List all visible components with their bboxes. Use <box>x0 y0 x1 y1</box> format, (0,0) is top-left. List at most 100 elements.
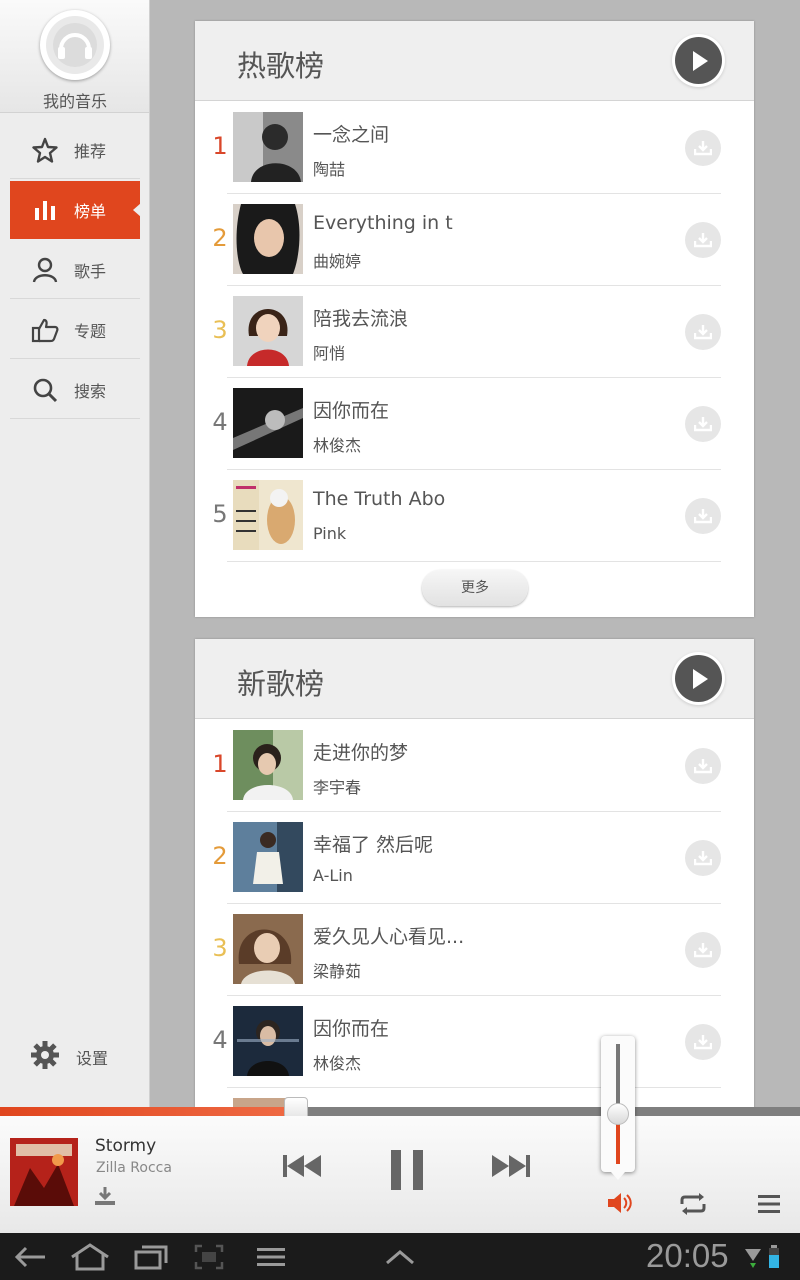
now-playing-cover[interactable] <box>10 1138 78 1206</box>
download-icon[interactable] <box>685 1024 721 1060</box>
rank: 1 <box>212 750 228 778</box>
list-item[interactable]: 4 因你而在 林俊杰 <box>212 996 721 1088</box>
download-icon[interactable] <box>685 314 721 350</box>
song-title: 因你而在 <box>313 1018 390 1040</box>
recent-apps-icon[interactable] <box>134 1244 168 1274</box>
sidebar-item-topics[interactable]: 专题 <box>10 301 140 359</box>
list-item[interactable]: 1 走进你的梦 李宇春 <box>212 720 721 812</box>
battery-icon <box>768 1245 780 1273</box>
sidebar-item-label: 搜索 <box>74 381 107 401</box>
gear-icon <box>30 1040 60 1074</box>
sidebar-item-label: 推荐 <box>74 141 107 161</box>
now-playing-title: Stormy <box>95 1136 157 1156</box>
playlist-icon[interactable] <box>757 1194 781 1214</box>
rank: 2 <box>212 842 228 870</box>
sidebar-item-label: 歌手 <box>74 261 107 281</box>
sidebar-item-label: 榜单 <box>74 202 107 221</box>
rank: 2 <box>212 224 228 252</box>
rank: 1 <box>212 132 228 160</box>
repeat-icon[interactable] <box>678 1192 708 1216</box>
card-title: 热歌榜 <box>237 49 325 83</box>
album-cover <box>233 204 303 274</box>
list-item[interactable]: 2 Everything in t 曲婉婷 <box>212 194 721 286</box>
chevron-up-icon[interactable] <box>385 1249 415 1269</box>
list-item[interactable]: 5 The Truth Abo Pink <box>212 470 721 562</box>
download-icon[interactable] <box>685 932 721 968</box>
star-icon <box>30 137 60 163</box>
search-icon <box>30 377 60 403</box>
status-clock: 20:05 <box>646 1237 729 1274</box>
settings-label: 设置 <box>76 1049 109 1068</box>
list-item[interactable]: 4 因你而在 林俊杰 <box>212 378 721 470</box>
rank: 4 <box>212 408 228 436</box>
album-cover <box>233 480 303 550</box>
song-title: The Truth Abo <box>313 488 446 510</box>
settings-button[interactable]: 设置 <box>30 1040 108 1074</box>
avatar[interactable] <box>40 10 110 80</box>
play-all-button[interactable] <box>675 37 722 84</box>
wifi-icon <box>744 1245 762 1273</box>
artist-name: 阿悄 <box>313 344 346 363</box>
album-cover <box>233 730 303 800</box>
download-icon[interactable] <box>685 222 721 258</box>
artist-name: 林俊杰 <box>313 436 362 455</box>
card-header: 新歌榜 <box>195 639 754 719</box>
artist-name: Pink <box>313 524 347 543</box>
sidebar: 我的音乐 推荐 榜单 歌手 专题 搜索 设置 <box>0 0 150 1108</box>
list-item[interactable]: 1 一念之间 陶喆 <box>212 102 721 194</box>
sidebar-item-search[interactable]: 搜索 <box>10 361 140 419</box>
download-icon[interactable] <box>685 748 721 784</box>
player-bar: Stormy Zilla Rocca <box>0 1116 800 1233</box>
volume-slider-popup[interactable] <box>601 1036 635 1180</box>
album-cover <box>233 1006 303 1076</box>
album-cover <box>233 914 303 984</box>
menu-icon[interactable] <box>256 1247 286 1271</box>
pause-icon[interactable] <box>389 1149 425 1191</box>
sidebar-item-recommend[interactable]: 推荐 <box>10 121 140 179</box>
card-title: 新歌榜 <box>237 667 325 701</box>
sidebar-item-charts[interactable]: 榜单 <box>10 181 141 239</box>
progress-bar[interactable] <box>0 1107 800 1116</box>
new-chart-card: 新歌榜 1 走进你的梦 李宇春 2 幸福了 然后呢 A-Lin 3 爱久见人心看… <box>195 639 754 1109</box>
album-cover <box>233 112 303 182</box>
previous-icon[interactable] <box>282 1154 322 1178</box>
volume-icon[interactable] <box>606 1192 632 1214</box>
hot-chart-card: 热歌榜 1 一念之间 陶喆 2 Everything in t 曲婉婷 3 陪我… <box>195 21 754 617</box>
chart-bars-icon <box>30 198 60 222</box>
play-all-button[interactable] <box>675 655 722 702</box>
download-icon[interactable] <box>94 1186 116 1210</box>
sidebar-item-label: 专题 <box>74 321 107 341</box>
system-navigation-bar: 20:05 <box>0 1233 800 1280</box>
song-title: 陪我去流浪 <box>313 308 409 330</box>
song-title: 幸福了 然后呢 <box>313 834 434 856</box>
album-cover <box>233 388 303 458</box>
home-icon[interactable] <box>70 1243 110 1275</box>
sidebar-item-singers[interactable]: 歌手 <box>10 241 140 299</box>
album-cover <box>233 822 303 892</box>
progress-fill <box>0 1107 296 1116</box>
more-button[interactable]: 更多 <box>422 570 528 606</box>
download-icon[interactable] <box>685 840 721 876</box>
now-playing-artist: Zilla Rocca <box>96 1160 172 1176</box>
back-icon[interactable] <box>14 1245 46 1273</box>
next-icon[interactable] <box>491 1154 531 1178</box>
list-item[interactable]: 3 爱久见人心看见... 梁静茹 <box>212 904 721 996</box>
download-icon[interactable] <box>685 406 721 442</box>
download-icon[interactable] <box>685 130 721 166</box>
artist-name: A-Lin <box>313 866 353 885</box>
screenshot-icon[interactable] <box>194 1244 224 1274</box>
album-cover <box>233 296 303 366</box>
song-title: 爱久见人心看见... <box>313 926 465 948</box>
download-icon[interactable] <box>685 498 721 534</box>
song-title: 因你而在 <box>313 400 390 422</box>
volume-handle[interactable] <box>607 1102 629 1125</box>
headphones-icon <box>46 16 104 74</box>
profile-label: 我的音乐 <box>42 92 107 111</box>
artist-name: 梁静茹 <box>313 962 362 981</box>
my-music-profile[interactable]: 我的音乐 <box>0 0 149 113</box>
list-item[interactable]: 2 幸福了 然后呢 A-Lin <box>212 812 721 904</box>
person-icon <box>30 257 60 283</box>
list-item[interactable]: 3 陪我去流浪 阿悄 <box>212 286 721 378</box>
rank: 3 <box>212 934 228 962</box>
song-title: 走进你的梦 <box>313 742 409 764</box>
